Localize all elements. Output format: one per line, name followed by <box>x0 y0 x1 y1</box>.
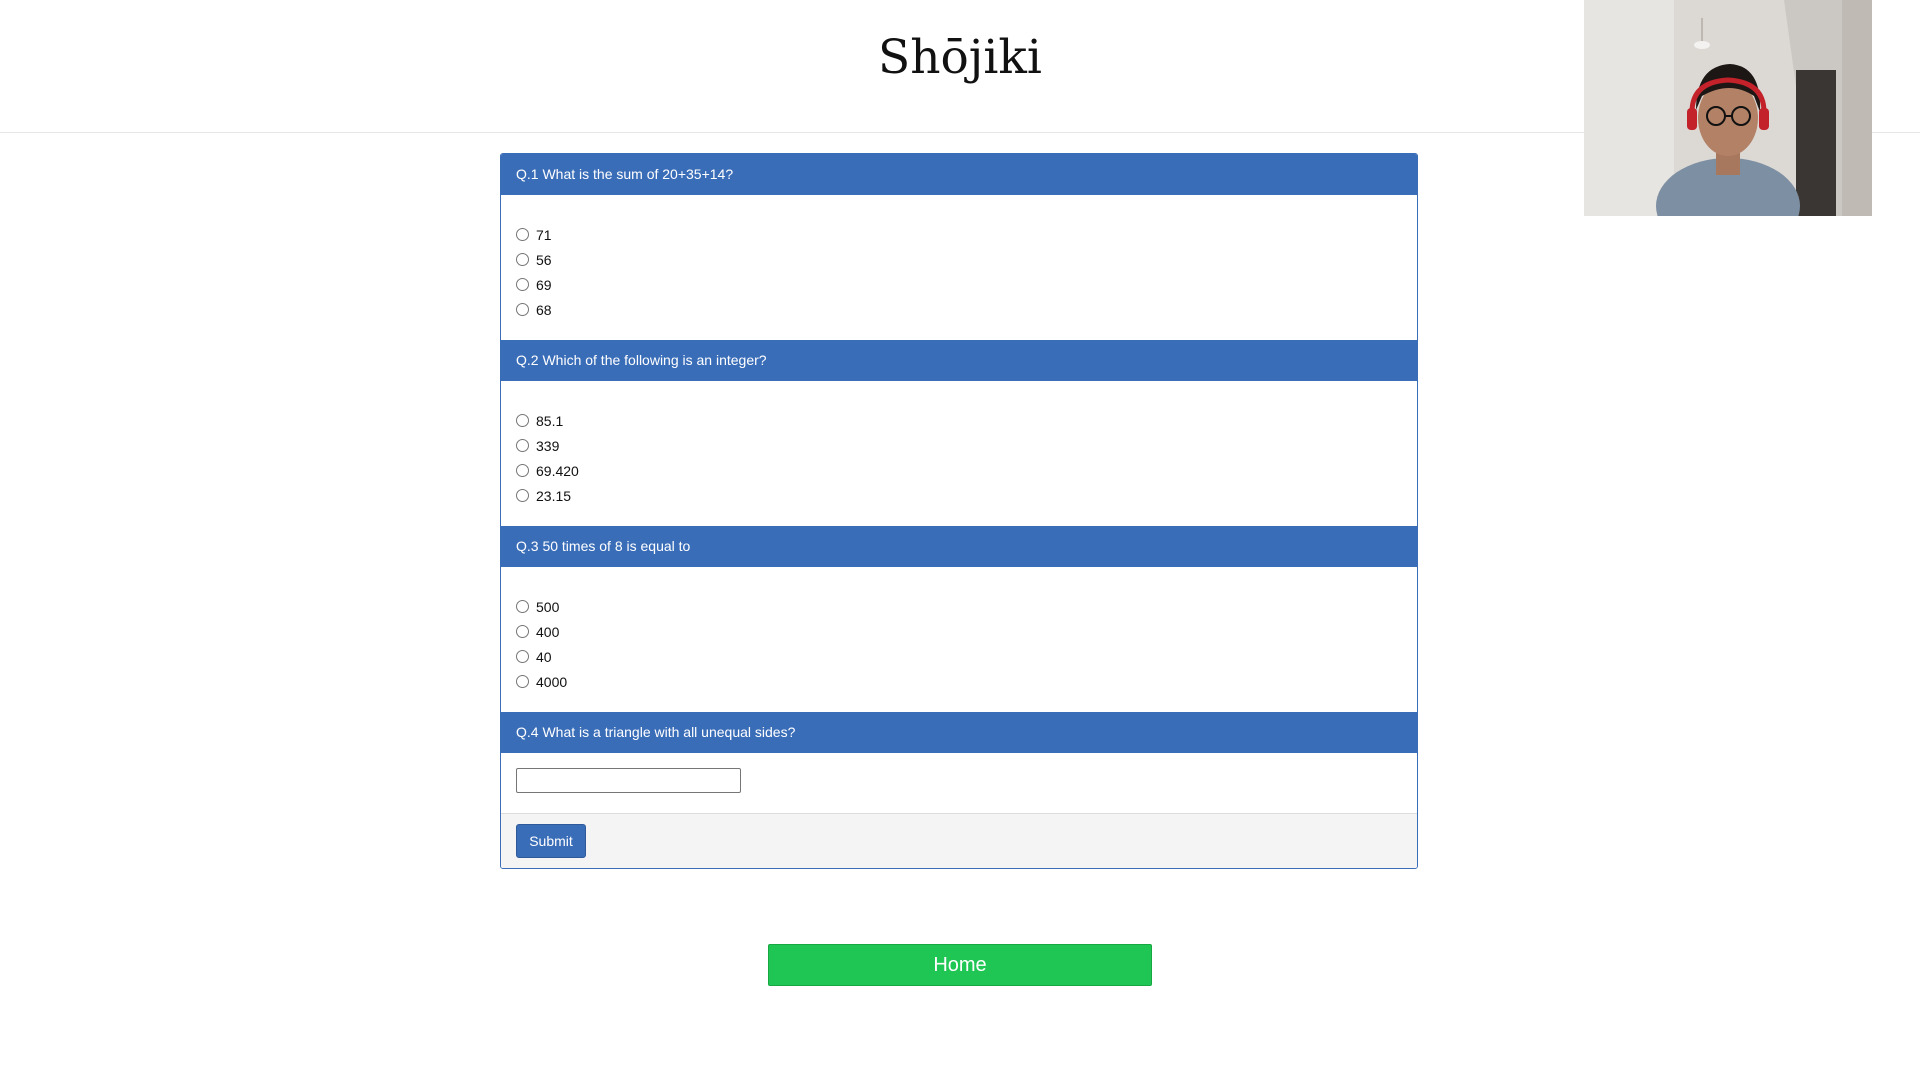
q1-option-2-label: 56 <box>536 251 552 268</box>
q3-option-4-radio[interactable] <box>516 675 529 688</box>
q2-option-1-radio[interactable] <box>516 414 529 427</box>
q2-option-3-radio[interactable] <box>516 464 529 477</box>
q1-option-3-radio[interactable] <box>516 278 529 291</box>
question-3-header: Q.3 50 times of 8 is equal to <box>501 526 1417 567</box>
q3-option-3-radio[interactable] <box>516 650 529 663</box>
q2-option-3[interactable]: 69.420 <box>516 458 1402 483</box>
q3-option-2[interactable]: 400 <box>516 619 1402 644</box>
q3-option-2-label: 400 <box>536 623 560 640</box>
quiz-footer: Submit <box>501 813 1417 868</box>
q2-option-4-label: 23.15 <box>536 487 572 504</box>
quiz-form: Q.1 What is the sum of 20+35+14? 71 56 6… <box>500 153 1418 869</box>
question-2-header: Q.2 Which of the following is an integer… <box>501 340 1417 381</box>
q2-option-2-label: 339 <box>536 437 560 454</box>
q3-option-4-label: 4000 <box>536 673 568 690</box>
question-2-options: 85.1 339 69.420 23.15 <box>501 381 1417 526</box>
question-4-body <box>501 753 1417 814</box>
q2-option-2-radio[interactable] <box>516 439 529 452</box>
q1-option-3-label: 69 <box>536 276 552 293</box>
q2-option-2[interactable]: 339 <box>516 433 1402 458</box>
question-3-options: 500 400 40 4000 <box>501 567 1417 712</box>
q2-option-1-label: 85.1 <box>536 412 564 429</box>
question-1-header: Q.1 What is the sum of 20+35+14? <box>501 154 1417 195</box>
webcam-video-feed <box>1584 0 1872 216</box>
q3-option-1-radio[interactable] <box>516 600 529 613</box>
q3-option-3[interactable]: 40 <box>516 644 1402 669</box>
q1-option-4-radio[interactable] <box>516 303 529 316</box>
submit-button[interactable]: Submit <box>516 824 586 858</box>
q2-option-4[interactable]: 23.15 <box>516 483 1402 508</box>
q1-option-3[interactable]: 69 <box>516 272 1402 297</box>
q2-option-3-label: 69.420 <box>536 462 579 479</box>
q2-option-4-radio[interactable] <box>516 489 529 502</box>
q4-answer-input[interactable] <box>516 768 741 793</box>
q1-option-2-radio[interactable] <box>516 253 529 266</box>
q1-option-2[interactable]: 56 <box>516 247 1402 272</box>
q2-option-1[interactable]: 85.1 <box>516 408 1402 433</box>
q3-option-3-label: 40 <box>536 648 552 665</box>
webcam-preview <box>1584 0 1872 216</box>
q1-option-4-label: 68 <box>536 301 552 318</box>
q3-option-1[interactable]: 500 <box>516 594 1402 619</box>
q3-option-1-label: 500 <box>536 598 560 615</box>
q3-option-2-radio[interactable] <box>516 625 529 638</box>
q1-option-4[interactable]: 68 <box>516 297 1402 322</box>
q1-option-1[interactable]: 71 <box>516 222 1402 247</box>
q1-option-1-label: 71 <box>536 226 552 243</box>
question-1-options: 71 56 69 68 <box>501 195 1417 340</box>
home-button[interactable]: Home <box>768 944 1152 986</box>
q3-option-4[interactable]: 4000 <box>516 669 1402 694</box>
question-4-header: Q.4 What is a triangle with all unequal … <box>501 712 1417 753</box>
q1-option-1-radio[interactable] <box>516 228 529 241</box>
